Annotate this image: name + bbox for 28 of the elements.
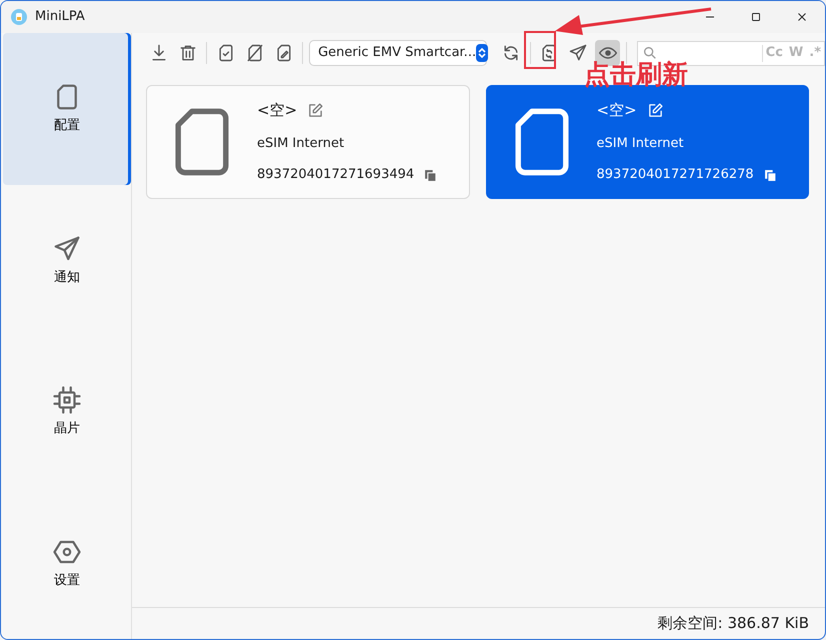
highlight-frame (524, 31, 556, 69)
copy-icon[interactable] (424, 168, 438, 182)
iccid-text: 8937204017271693494 (257, 166, 414, 184)
reader-select[interactable]: Generic EMV Smartcar... (309, 40, 488, 66)
profile-card[interactable]: <空> eSIM Internet 8937204017271693494 (146, 85, 470, 199)
chip-icon (52, 385, 82, 415)
send-icon (568, 43, 588, 63)
profile-description: eSIM Internet (257, 134, 346, 153)
profile-description: eSIM Internet (596, 134, 685, 153)
caret-icon (476, 47, 488, 59)
copy-icon[interactable] (764, 168, 777, 182)
edit-icon[interactable] (307, 102, 324, 119)
edit-icon[interactable] (646, 102, 664, 119)
disable-icon (244, 43, 265, 63)
search-icon (642, 45, 658, 61)
iccid-text: 8937204017271726278 (596, 166, 754, 184)
delete-icon (178, 43, 198, 63)
profile-name: <空> (596, 100, 637, 122)
sidebar-item[interactable]: 晶片 (3, 336, 131, 488)
sidebar-item[interactable]: 设置 (3, 488, 131, 639)
sidebar-item[interactable]: 配置 (3, 33, 131, 184)
sidebar-item[interactable]: 通知 (3, 184, 131, 336)
minimize-icon (706, 16, 714, 18)
free-space-text: 剩余空间: 386.87 KiB (658, 613, 809, 634)
maximize-icon (749, 10, 763, 24)
app-icon (11, 9, 27, 25)
window-title: MiniLPA (35, 8, 85, 26)
profile-name: <空> (257, 100, 298, 122)
